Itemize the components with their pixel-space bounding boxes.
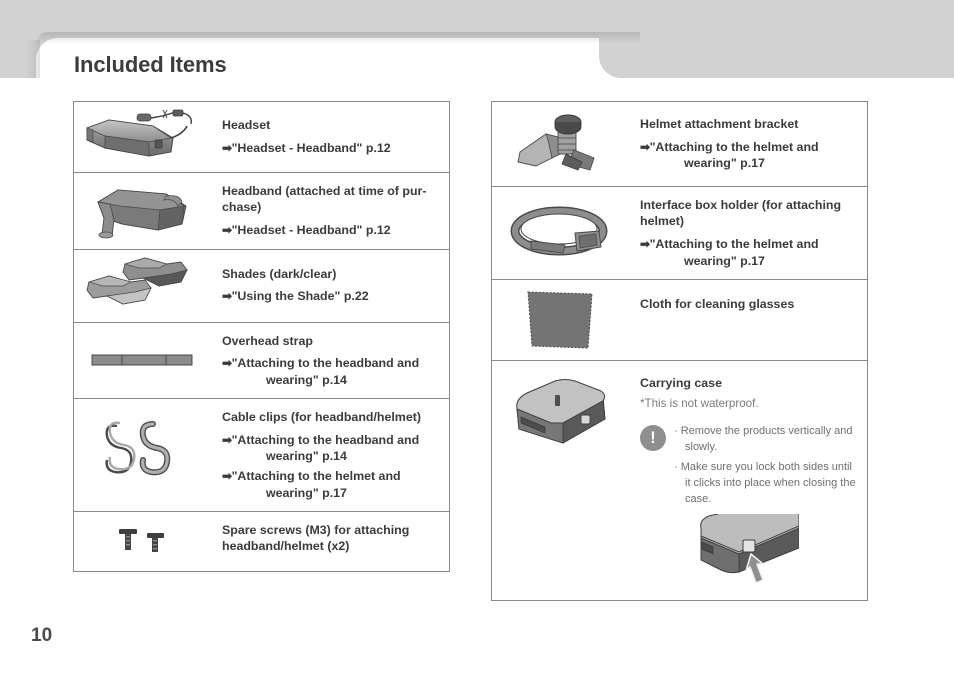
item-name: Cable clips (for headband/helmet) <box>222 410 421 425</box>
item-reference-continuation[interactable]: wearing" p.14 <box>236 448 439 464</box>
page-title: Included Items <box>74 52 227 77</box>
arrow-icon: ➡ <box>222 468 232 483</box>
cable-clips-image <box>105 421 171 476</box>
caution-list: · Remove the products vertically and slo… <box>674 424 857 508</box>
arrow-icon: ➡ <box>222 222 232 237</box>
item-reference-text[interactable]: "Attaching to the headband and <box>232 356 420 370</box>
item-reference-text[interactable]: "Using the Shade" p.22 <box>232 289 369 303</box>
case-figure <box>640 513 857 590</box>
table-row: Cable clips (for headband/helmet) ➡"Atta… <box>74 399 449 512</box>
table-row: Spare screws (M3) for attaching headband/… <box>74 512 449 571</box>
included-items-table-right: Helmet attachment bracket ➡"Attaching to… <box>491 101 868 601</box>
item-image-cell <box>74 250 210 322</box>
item-reference: ➡"Using the Shade" p.22 <box>222 288 439 305</box>
item-reference-continuation[interactable]: wearing" p.17 <box>654 253 857 269</box>
item-reference-text[interactable]: "Attaching to the helmet and <box>650 140 819 154</box>
item-image-cell <box>492 361 628 600</box>
item-name: Overhead strap <box>222 333 313 348</box>
item-text-cell: Cable clips (for headband/helmet) ➡"Atta… <box>210 399 449 511</box>
list-item: · Make sure you lock both sides until it… <box>674 460 857 508</box>
item-image-cell <box>492 102 628 186</box>
carrying-case-text-cell: Carrying case *This is not waterproof. !… <box>628 361 867 600</box>
item-reference-text[interactable]: "Headset - Headband" p.12 <box>232 141 391 155</box>
item-name: Cloth for cleaning glasses <box>640 296 795 311</box>
item-reference: ➡"Attaching to the headband and wearing" … <box>222 355 439 388</box>
item-reference-continuation[interactable]: wearing" p.14 <box>236 372 439 388</box>
bullet-icon: · <box>674 460 681 473</box>
tab-notch-fill <box>636 38 954 78</box>
item-text-cell: Interface box holder (for attaching helme… <box>628 187 867 279</box>
caution-text: Make sure you lock both sides until it c… <box>680 460 856 505</box>
page-number: 10 <box>31 625 53 646</box>
item-name: Spare screws (M3) for attaching headband/… <box>222 522 410 554</box>
item-image-cell <box>74 323 210 399</box>
item-text-cell: Cloth for cleaning glasses <box>628 280 867 360</box>
cleaning-cloth-image <box>527 291 593 349</box>
item-reference: ➡"Attaching to the helmet and wearing" p.… <box>640 139 857 172</box>
item-reference-continuation[interactable]: wearing" p.17 <box>236 485 439 501</box>
item-image-cell <box>74 512 210 571</box>
item-image-cell <box>74 102 210 172</box>
item-reference: ➡"Attaching to the helmet and wearing" p.… <box>640 236 857 269</box>
table-row: Helmet attachment bracket ➡"Attaching to… <box>492 102 867 187</box>
item-text-cell: Headband (attached at time of pur-chase)… <box>210 173 449 249</box>
arrow-icon: ➡ <box>222 432 232 447</box>
item-reference: ➡"Attaching to the helmet and wearing" p.… <box>222 468 439 501</box>
table-row: Interface box holder (for attaching helme… <box>492 187 867 280</box>
item-name: Helmet attachment bracket <box>640 117 799 132</box>
item-reference: ➡"Headset - Headband" p.12 <box>222 140 439 157</box>
waterproof-note: *This is not waterproof. <box>640 397 759 411</box>
item-name: Headband (attached at time of pur-chase) <box>222 184 427 215</box>
item-reference-text[interactable]: "Headset - Headband" p.12 <box>232 223 391 237</box>
caution-icon: ! <box>640 424 666 451</box>
item-reference-text[interactable]: "Attaching to the helmet and <box>650 237 819 251</box>
list-item: · Remove the products vertically and slo… <box>674 424 857 456</box>
item-text-cell: Helmet attachment bracket ➡"Attaching to… <box>628 102 867 186</box>
item-reference-text[interactable]: "Attaching to the helmet and <box>232 469 401 483</box>
arrow-icon: ➡ <box>640 236 650 251</box>
case-latch-closeup-image <box>699 513 799 584</box>
arrow-icon: ➡ <box>222 355 232 370</box>
included-items-table-left: Headset ➡"Headset - Headband" p.12 Headb… <box>73 101 450 572</box>
interface-box-holder-image <box>510 206 608 256</box>
item-name: Shades (dark/clear) <box>222 266 337 281</box>
table-row: Shades (dark/clear) ➡"Using the Shade" p… <box>74 250 449 323</box>
shades-image <box>86 257 188 305</box>
overhead-strap-image <box>91 354 193 366</box>
table-row: Overhead strap ➡"Attaching to the headba… <box>74 323 449 400</box>
item-name: Headset <box>222 118 271 133</box>
spare-screws-image <box>119 529 164 553</box>
headset-glasses-image <box>85 109 193 157</box>
item-image-cell <box>74 173 210 249</box>
item-name: Carrying case <box>640 375 722 390</box>
table-row: Cloth for cleaning glasses <box>492 280 867 361</box>
caution-text: Remove the products vertically and slowl… <box>680 424 853 453</box>
item-reference-continuation[interactable]: wearing" p.17 <box>654 155 857 171</box>
item-text-cell: Spare screws (M3) for attaching headband/… <box>210 512 449 571</box>
arrow-icon: ➡ <box>640 139 650 154</box>
arrow-icon: ➡ <box>222 289 232 304</box>
item-reference: ➡"Attaching to the headband and wearing" … <box>222 432 439 465</box>
table-row: Carrying case *This is not waterproof. !… <box>492 361 867 600</box>
item-text-cell: Shades (dark/clear) ➡"Using the Shade" p… <box>210 250 449 322</box>
item-image-cell <box>492 280 628 360</box>
item-reference: ➡"Headset - Headband" p.12 <box>222 222 439 239</box>
item-image-cell <box>492 187 628 279</box>
caution-block: ! · Remove the products vertically and s… <box>640 424 857 508</box>
table-row: Headband (attached at time of pur-chase)… <box>74 173 449 250</box>
table-row: Headset ➡"Headset - Headband" p.12 <box>74 102 449 173</box>
helmet-bracket-image <box>517 114 595 171</box>
headband-image <box>96 189 187 239</box>
item-text-cell: Headset ➡"Headset - Headband" p.12 <box>210 102 449 172</box>
item-text-cell: Overhead strap ➡"Attaching to the headba… <box>210 323 449 399</box>
item-image-cell <box>74 399 210 511</box>
item-name: Interface box holder (for attaching helme… <box>640 198 842 229</box>
arrow-icon: ➡ <box>222 140 232 155</box>
item-reference-text[interactable]: "Attaching to the headband and <box>232 433 420 447</box>
bullet-icon: · <box>674 424 681 437</box>
carrying-case-image <box>516 378 606 444</box>
caution-exclamation: ! <box>650 427 656 447</box>
